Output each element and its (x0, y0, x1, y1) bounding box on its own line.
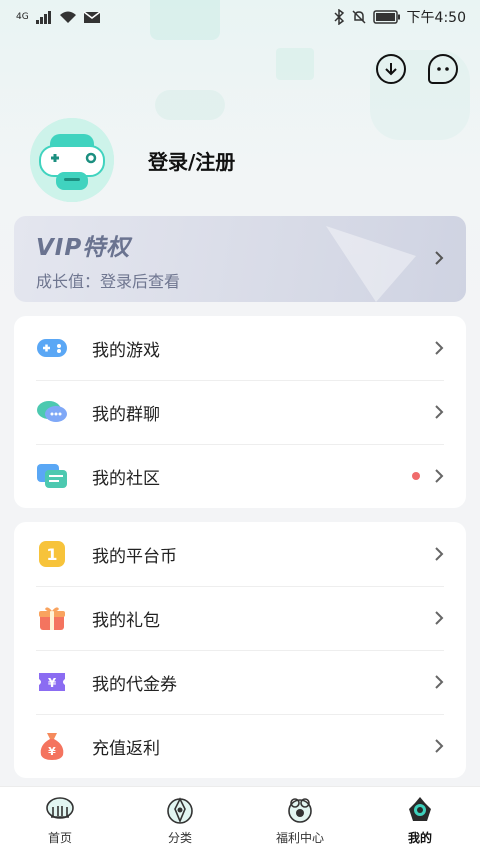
menu-item-label: 我的社区 (92, 468, 160, 489)
menu-item-my-groups[interactable]: 我的群聊 (14, 380, 466, 444)
chevron-right-icon (435, 341, 444, 355)
menu-item-label: 我的代金券 (92, 674, 177, 695)
tab-label: 分类 (167, 831, 192, 845)
download-icon (385, 63, 397, 76)
menu-item-label: 我的游戏 (92, 340, 160, 361)
message-button[interactable] (428, 54, 458, 84)
svg-text:¥: ¥ (48, 745, 56, 758)
chevron-right-icon (435, 547, 444, 561)
decorative-gift-icon-2 (276, 48, 314, 80)
category-icon (167, 797, 193, 824)
menu-item-label: 我的平台币 (92, 546, 177, 567)
welfare-icon (288, 798, 312, 823)
home-icon (46, 797, 74, 819)
mute-bell-icon (352, 10, 366, 24)
battery-icon (372, 10, 400, 24)
bluetooth-icon (334, 9, 344, 25)
gamepad-icon (36, 332, 68, 364)
menu-group-assets: 1 我的平台币 我的礼包 ¥ 我的代金券 ¥ 充值返利 (14, 522, 466, 778)
chat-bubbles-icon (36, 396, 68, 428)
chevron-right-icon (435, 611, 444, 625)
robot-gamer-avatar-icon (30, 118, 114, 202)
network-label: 4G (16, 12, 29, 22)
vip-decoration (326, 226, 416, 302)
header-actions (376, 54, 458, 84)
menu-item-label: 充值返利 (92, 738, 160, 759)
chevron-right-icon (435, 251, 444, 265)
coin-icon: 1 (36, 538, 68, 570)
chevron-right-icon (435, 739, 444, 753)
tab-mine[interactable]: 我的 (360, 787, 480, 853)
menu-group-primary: 我的游戏 我的群聊 我的社区 (14, 316, 466, 508)
clock: 下午4:50 (406, 10, 466, 26)
gift-icon (36, 602, 68, 634)
community-icon (36, 460, 68, 492)
bottom-tab-bar: 首页 分类 福利中心 我的 (0, 786, 480, 853)
menu-item-recharge-rebate[interactable]: ¥ 充值返利 (14, 714, 466, 778)
menu-item-gift-packs[interactable]: 我的礼包 (14, 586, 466, 650)
chevron-right-icon (435, 469, 444, 483)
tab-label: 我的 (407, 831, 432, 845)
mail-icon (83, 11, 101, 23)
chevron-right-icon (435, 675, 444, 689)
avatar[interactable] (30, 118, 114, 202)
download-button[interactable] (376, 54, 406, 84)
chevron-right-icon (435, 405, 444, 419)
vip-privilege-card[interactable]: VIP特权 成长值：登录后查看 (14, 216, 466, 302)
message-icon (437, 67, 449, 71)
voucher-icon: ¥ (36, 666, 68, 698)
unread-badge (412, 472, 420, 480)
tab-label: 福利中心 (275, 831, 324, 845)
status-bar: 4G 下午4:50 (0, 0, 480, 34)
signal-icon (35, 11, 51, 24)
menu-item-vouchers[interactable]: ¥ 我的代金券 (14, 650, 466, 714)
svg-text:1: 1 (46, 545, 57, 564)
menu-item-label: 我的礼包 (92, 610, 160, 631)
tab-home[interactable]: 首页 (0, 787, 120, 853)
login-register-link[interactable]: 登录/注册 (148, 146, 235, 175)
mine-icon (409, 797, 431, 821)
menu-item-my-community[interactable]: 我的社区 (14, 444, 466, 508)
menu-item-platform-coins[interactable]: 1 我的平台币 (14, 522, 466, 586)
menu-item-my-games[interactable]: 我的游戏 (14, 316, 466, 380)
tab-label: 首页 (47, 831, 72, 845)
wifi-icon (59, 11, 76, 23)
svg-text:¥: ¥ (48, 676, 57, 690)
profile-section[interactable]: 登录/注册 (30, 118, 235, 202)
tab-category[interactable]: 分类 (120, 787, 240, 853)
menu-item-label: 我的群聊 (92, 404, 160, 425)
money-bag-icon: ¥ (36, 730, 68, 762)
tab-welfare-center[interactable]: 福利中心 (240, 787, 360, 853)
